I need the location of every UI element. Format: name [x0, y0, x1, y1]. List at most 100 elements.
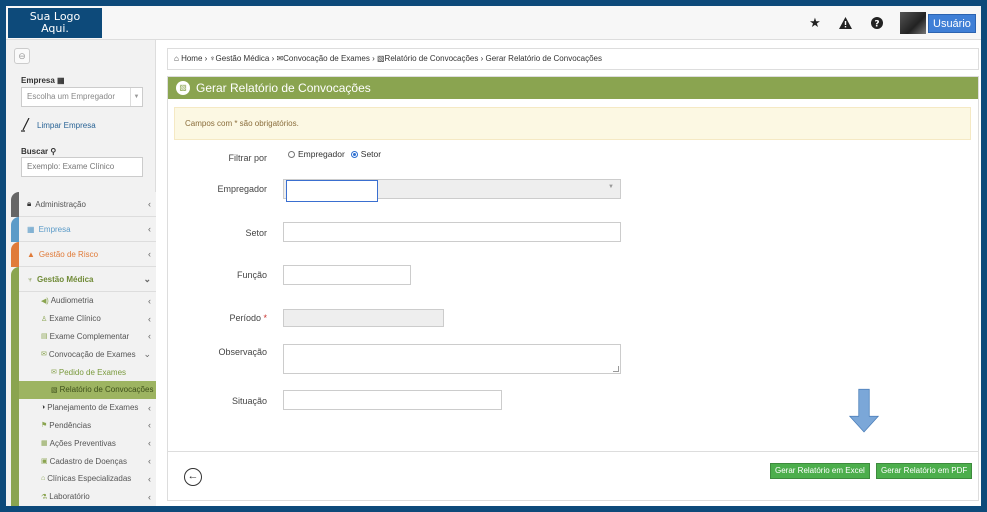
chevron-left-icon: ‹ [148, 491, 151, 502]
clear-empresa-link[interactable]: Limpar Empresa [21, 118, 96, 132]
resize-handle[interactable] [613, 366, 619, 372]
home-icon: ⌂ [174, 54, 179, 63]
sidebar-item-relatorio-convocacoes[interactable]: ▧ Relatório de Convocações [11, 380, 156, 399]
sidebar-item-pedido-exames[interactable]: ✉ Pedido de Exames [11, 363, 156, 381]
medkit-icon: ▣ [41, 458, 48, 466]
breadcrumb-home[interactable]: Home [181, 54, 202, 63]
menu-label: Gestão Médica [37, 274, 94, 284]
setor-label: Setor [245, 228, 267, 238]
sidebar-item-audiometria[interactable]: ◀) Audiometria ‹ [11, 292, 156, 310]
back-arrow-icon[interactable]: ← [184, 468, 202, 486]
sidebar-item-clinicas-especializadas[interactable]: ⌂ Clínicas Especializadas ‹ [11, 469, 156, 488]
chevron-down-icon: ⌄ [143, 348, 151, 359]
filter-label: Filtrar por [228, 153, 267, 163]
clear-empresa-label: Limpar Empresa [37, 120, 96, 130]
flask-icon: ⚗ [41, 493, 48, 501]
breadcrumb-convocacao[interactable]: Convocação de Exames [283, 54, 370, 63]
submenu-label: Audiometria [50, 296, 94, 306]
pdf-report-button[interactable]: Gerar Relatório em PDF [876, 463, 973, 479]
sidebar-item-laboratorio[interactable]: ⚗ Laboratório ‹ [11, 487, 156, 506]
chevron-left-icon: ‹ [148, 224, 151, 234]
situacao-input[interactable] [283, 390, 502, 410]
app-frame: Sua Logo Aqui. ★ ? Usuário ⊖ Empresa ▦ E… [6, 6, 981, 506]
chevron-left-icon: ‹ [148, 199, 151, 209]
gestao-medica-submenu: ◀) Audiometria ‹ ♙ Exame Clínico ‹ ▤ Exame Co… [11, 292, 156, 506]
footer-divider [168, 451, 978, 452]
submenu-label: Relatório de Convocações [59, 385, 154, 395]
chevron-left-icon: ‹ [148, 331, 151, 342]
submenu-label: Convocação de Exames [48, 349, 136, 359]
menu-color-bar [11, 192, 19, 217]
chevron-left-icon: ‹ [148, 249, 151, 259]
sidebar-item-administracao[interactable]: 🔒︎ Administração ‹ [11, 192, 156, 217]
chevron-left-icon: ‹ [148, 420, 151, 431]
flag-icon: ⚑ [41, 422, 48, 430]
report-icon: ▧ [51, 386, 58, 394]
page-title: Gerar Relatório de Convocações [196, 81, 371, 95]
logo-line-2: Aqui. [41, 22, 69, 35]
sidebar-item-empresa[interactable]: ▦ Empresa ‹ [11, 217, 156, 242]
sidebar-item-gestao-risco[interactable]: ▲ Gestão de Risco ‹ [11, 242, 156, 267]
excel-report-button[interactable]: Gerar Relatório em Excel [770, 463, 870, 479]
sidebar-item-pendencias[interactable]: ⚑ Pendências ‹ [11, 416, 156, 435]
radio-empregador[interactable] [288, 150, 295, 158]
breadcrumb-relatorio[interactable]: Relatório de Convocações [385, 54, 479, 63]
report-icon: ▧ [176, 81, 190, 95]
submenu-label: Cadastro de Doenças [49, 456, 128, 466]
broom-icon [21, 118, 30, 132]
sidebar-menu: 🔒︎ Administração ‹ ▦ Empresa ‹ ▲ Gestão … [11, 192, 156, 506]
setor-input[interactable] [283, 222, 621, 242]
file-icon: ▤ [41, 333, 48, 341]
sidebar-item-exame-clinico[interactable]: ♙ Exame Clínico ‹ [11, 309, 156, 328]
sidebar: ⊖ Empresa ▦ Escolha um Empregador ▼ Limp… [6, 40, 156, 506]
empresa-select[interactable]: Escolha um Empregador ▼ [21, 87, 143, 107]
submenu-label: Pedido de Exames [58, 367, 127, 377]
envelope-icon: ✉ [51, 369, 57, 377]
submenu-label: Exame Complementar [49, 331, 130, 341]
empregador-select-input[interactable] [286, 180, 378, 202]
radio-setor[interactable] [350, 150, 358, 158]
chevron-left-icon: ‹ [148, 456, 151, 467]
envelope-icon: ✉ [41, 351, 47, 359]
logo[interactable]: Sua Logo Aqui. [8, 8, 102, 38]
sidebar-item-exame-complementar[interactable]: ▤ Exame Complementar ‹ [11, 327, 156, 346]
help-icon[interactable]: ? [868, 14, 886, 32]
empregador-select[interactable]: ▼ [283, 179, 621, 202]
chevron-left-icon: ‹ [148, 438, 151, 449]
sidebar-item-cadastro-doencas[interactable]: ▣ Cadastro de Doenças ‹ [11, 452, 156, 470]
search-input[interactable]: Exemplo: Exame Clínico [21, 157, 143, 177]
user-menu-button[interactable]: Usuário [928, 14, 976, 33]
collapse-sidebar-button[interactable]: ⊖ [14, 48, 30, 64]
submenu-label: Clínicas Especializadas [47, 474, 132, 484]
search-label: Buscar ⚲ [21, 147, 57, 156]
submenu-label: Ações Preventivas [49, 438, 116, 448]
sidebar-item-planejamento-exames[interactable]: ◑ Planejamento de Exames ‹ [11, 398, 156, 417]
submenu-label: Pendências [49, 420, 92, 430]
observacao-label: Observação [218, 347, 267, 357]
top-bar: Sua Logo Aqui. ★ ? Usuário [6, 6, 981, 40]
avatar[interactable] [900, 12, 926, 34]
star-icon[interactable]: ★ [806, 14, 824, 32]
warning-icon: ▲ [27, 249, 35, 259]
required-marker: * [263, 313, 267, 323]
chevron-left-icon: ‹ [148, 473, 151, 484]
sidebar-item-acoes-preventivas[interactable]: ▦ Ações Preventivas ‹ [11, 434, 156, 453]
submenu-label: Laboratório [49, 492, 90, 502]
observacao-textarea[interactable] [283, 344, 621, 374]
annotation-arrow-icon [849, 388, 879, 433]
periodo-input[interactable] [283, 309, 444, 327]
lock-icon: 🔒︎ [27, 199, 32, 208]
chevron-down-icon: ▼ [608, 184, 614, 190]
breadcrumb: ⌂ Home › ♆Gestão Médica › ✉Convocação de… [167, 48, 979, 70]
situacao-label: Situação [231, 396, 267, 406]
sidebar-item-convocacao-exames[interactable]: ✉ Convocação de Exames ⌄ [11, 345, 156, 364]
warning-icon[interactable] [836, 14, 854, 32]
menu-label: Empresa [38, 224, 71, 234]
breadcrumb-gestao[interactable]: Gestão Médica [216, 54, 270, 63]
search-icon: ⚲ [50, 147, 57, 156]
sidebar-item-gestao-medica[interactable]: ♆ Gestão Médica ⌄ [11, 267, 156, 292]
building-icon: ▦ [27, 224, 35, 234]
submenu-label: Planejamento de Exames [47, 403, 139, 413]
funcao-input[interactable] [283, 265, 411, 285]
required-fields-alert: Campos com * são obrigatórios. [174, 107, 971, 140]
